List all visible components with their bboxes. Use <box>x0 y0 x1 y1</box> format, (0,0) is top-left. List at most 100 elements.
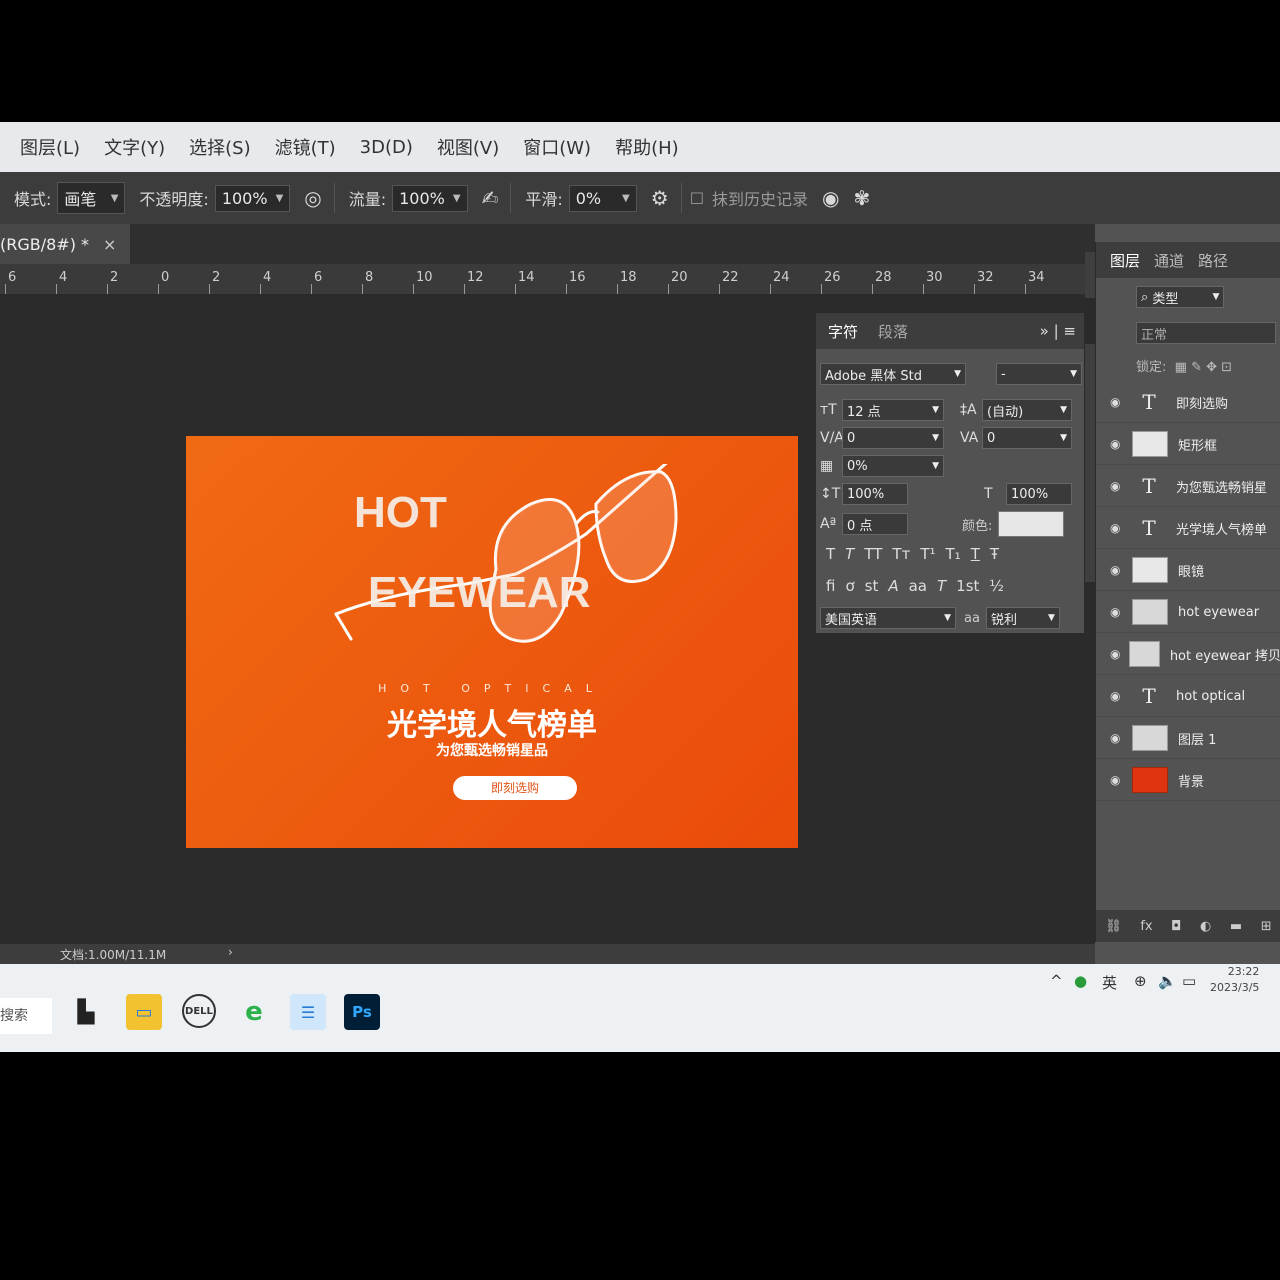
document-tab[interactable]: (RGB/8#) * × <box>0 224 131 264</box>
eye-icon[interactable]: ◉ <box>1110 479 1132 493</box>
taskbar-search[interactable]: 搜索 <box>0 998 52 1034</box>
font-family-select[interactable]: Adobe 黑体 Std ▼ <box>820 363 966 385</box>
layer-row[interactable]: ◉ T 光学境人气榜单 <box>1096 508 1280 549</box>
menu-window[interactable]: 窗口(W) <box>523 134 591 160</box>
dell-icon[interactable]: DELL <box>182 994 216 1028</box>
layer-row[interactable]: ◉ 图层 1 <box>1096 718 1280 759</box>
font-style-select[interactable]: - ▼ <box>996 363 1082 385</box>
panel-menu-icon[interactable]: » | ≡ <box>1040 322 1076 340</box>
text-color-swatch[interactable] <box>998 511 1065 537</box>
volume-icon[interactable]: 🔈 <box>1158 972 1177 990</box>
layer-row[interactable]: ◉ hot eyewear 拷贝 <box>1096 634 1280 675</box>
network-icon[interactable]: ⊕ <box>1134 972 1147 990</box>
layer-row[interactable]: ◉ 背景 <box>1096 760 1280 801</box>
menu-layer[interactable]: 图层(L) <box>20 134 80 160</box>
swash-button[interactable]: A <box>888 577 898 595</box>
superscript-button[interactable]: T¹ <box>920 545 935 563</box>
strikethrough-button[interactable]: Ŧ <box>990 545 999 563</box>
lock-pixels-icon[interactable]: ▦ ✎ ✥ ⊡ <box>1171 360 1232 375</box>
layer-row[interactable]: ◉ Thot optical <box>1096 676 1280 717</box>
eye-icon[interactable]: ◉ <box>1110 647 1129 661</box>
notepad-icon[interactable]: ☰ <box>290 994 326 1030</box>
font-size-field[interactable]: 12 点 ▼ <box>842 399 944 421</box>
eye-icon[interactable]: ◉ <box>1110 689 1132 703</box>
tray-chevron-icon[interactable]: ^ <box>1050 972 1063 990</box>
gear-icon[interactable]: ⚙ <box>651 186 669 210</box>
folder-icon[interactable]: ▬ <box>1230 919 1242 934</box>
menu-type[interactable]: 文字(Y) <box>104 134 165 160</box>
opacity-field[interactable]: 100% ▼ <box>214 184 291 212</box>
ime-indicator[interactable]: 英 <box>1102 972 1117 993</box>
taskbar-clock[interactable]: 23:22 2023/3/5 <box>1210 964 1259 996</box>
eye-icon[interactable]: ◉ <box>1110 521 1132 535</box>
link-icon[interactable]: ⛓ <box>1105 919 1122 934</box>
small-caps-button[interactable]: Tт <box>892 545 910 563</box>
eye-icon[interactable]: ◉ <box>1110 605 1132 619</box>
fraction-button[interactable]: ½ <box>989 577 1004 595</box>
eye-icon[interactable]: ◉ <box>1110 395 1132 409</box>
tab-paths[interactable]: 路径 <box>1198 250 1228 271</box>
horizontal-scale-field[interactable]: 100% <box>1006 483 1072 505</box>
menu-filter[interactable]: 滤镜(T) <box>275 134 336 160</box>
menu-view[interactable]: 视图(V) <box>437 134 499 160</box>
mask-icon[interactable]: ◘ <box>1171 919 1181 934</box>
eye-icon[interactable]: ◉ <box>1110 773 1132 787</box>
close-icon[interactable]: × <box>103 235 116 254</box>
symmetry-icon[interactable]: ✾ <box>854 186 871 210</box>
mode-select[interactable]: 画笔 ▼ <box>57 182 126 214</box>
antialias-select[interactable]: 锐利 ▼ <box>985 607 1060 629</box>
browser-icon[interactable]: e <box>236 994 272 1030</box>
tracking-field[interactable]: 0 ▼ <box>982 427 1072 449</box>
eye-icon[interactable]: ◉ <box>1110 731 1132 745</box>
layer-row[interactable]: ◉ T 即刻选购 <box>1096 382 1280 423</box>
layer-filter-select[interactable]: ⌕ 类型 ▼ <box>1136 286 1225 308</box>
file-explorer-icon[interactable]: ▭ <box>126 994 162 1030</box>
vertical-scale-field[interactable]: 100% <box>842 483 908 505</box>
fx-icon[interactable]: fx <box>1140 919 1152 934</box>
titling-button[interactable]: T <box>937 577 946 595</box>
pressure-opacity-icon[interactable]: ◎ <box>304 186 321 210</box>
layer-row[interactable]: ◉ hot eyewear <box>1096 592 1280 633</box>
new-layer-icon[interactable]: ⊞ <box>1261 919 1272 934</box>
stylistic-alternates-button[interactable]: aa <box>909 577 927 595</box>
tsume-field[interactable]: 0% ▼ <box>842 455 944 477</box>
menu-help[interactable]: 帮助(H) <box>615 134 679 160</box>
smooth-field[interactable]: 0% ▼ <box>568 184 637 212</box>
eye-icon[interactable]: ◉ <box>1110 437 1132 451</box>
status-arrow[interactable]: › <box>228 945 233 959</box>
layer-row[interactable]: ◉ 眼镜 <box>1096 550 1280 591</box>
discretionary-ligature-button[interactable]: st <box>865 577 879 595</box>
all-caps-button[interactable]: TT <box>864 545 882 563</box>
flow-field[interactable]: 100% ▼ <box>392 184 468 212</box>
wechat-tray-icon[interactable]: ● <box>1074 972 1087 990</box>
tab-layers[interactable]: 图层 <box>1110 250 1140 271</box>
layer-row[interactable]: ◉ 矩形框 <box>1096 424 1280 465</box>
language-select[interactable]: 美国英语 ▼ <box>820 607 956 629</box>
artboard[interactable]: HOT EYEWEAR HOT OPTICAL 光学境人气榜单 为您甄选畅销星品… <box>186 436 798 848</box>
history-checkbox[interactable]: ☐ <box>690 189 704 208</box>
kerning-field[interactable]: 0 ▼ <box>842 427 944 449</box>
blend-mode-select[interactable]: 正常 <box>1136 322 1276 344</box>
tab-paragraph[interactable]: 段落 <box>878 321 908 342</box>
leading-field[interactable]: (自动) ▼ <box>982 399 1072 421</box>
menu-select[interactable]: 选择(S) <box>189 134 250 160</box>
adjust-icon[interactable]: ◐ <box>1200 919 1211 934</box>
faux-italic-button[interactable]: T <box>845 545 854 563</box>
eye-icon[interactable]: ◉ <box>1110 563 1132 577</box>
task-view-icon[interactable]: ▙ <box>68 994 104 1030</box>
battery-icon[interactable]: ▭ <box>1182 972 1196 990</box>
pressure-size-icon[interactable]: ◉ <box>822 186 839 210</box>
baseline-shift-field[interactable]: 0 点 <box>842 513 908 535</box>
tab-channels[interactable]: 通道 <box>1154 250 1184 271</box>
airbrush-icon[interactable]: ✍ <box>482 186 499 210</box>
contextual-alternates-button[interactable]: ơ <box>845 577 854 595</box>
ligature-button[interactable]: fi <box>826 577 835 595</box>
ordinal-button[interactable]: 1st <box>956 577 979 595</box>
underline-button[interactable]: T <box>971 545 980 563</box>
layer-row[interactable]: ◉ T 为您甄选畅销星 <box>1096 466 1280 507</box>
tab-character[interactable]: 字符 <box>828 321 858 342</box>
subscript-button[interactable]: T₁ <box>946 545 961 563</box>
photoshop-icon[interactable]: Ps <box>344 994 380 1030</box>
menu-3d[interactable]: 3D(D) <box>360 137 413 158</box>
faux-bold-button[interactable]: T <box>826 545 835 563</box>
